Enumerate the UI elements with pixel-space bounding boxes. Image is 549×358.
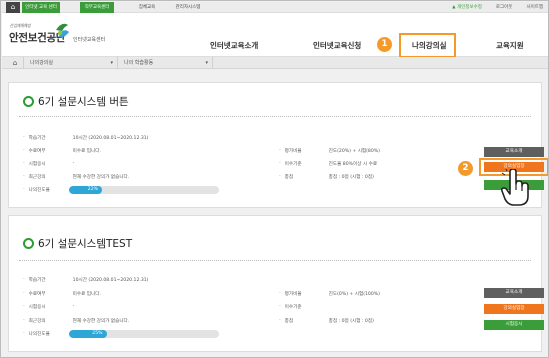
take-exam-button[interactable]: 시험응시 (484, 320, 544, 330)
field-row: - 학습기간 10시간 (2020.08.01~2020.12.31) (23, 277, 149, 283)
progress-fill: 22% (69, 186, 102, 194)
top-utility-bar: ⌂ 인터넷 교육 센터 직무교육센터 집체교육 관리자시스템 ▲ 개인정보수정 … (2, 2, 548, 13)
field-row: - 학습기간 10시간 (2020.08.01~2020.12.31) (23, 135, 149, 141)
field-row: - 나의진도율 (23, 331, 50, 337)
breadcrumb-level-2[interactable]: 나의 학습활동 ▾ (117, 57, 213, 69)
nav-my-classroom[interactable]: 나의강의실 (412, 40, 447, 51)
course-card: 6기 설문시스템TEST - 학습기간 10시간 (2020.08.01~2020.… (8, 215, 544, 352)
field-row: - 최근강의 현재 수강한 강의가 없습니다. (23, 318, 130, 324)
course-ring-icon (23, 238, 34, 249)
logout-link[interactable]: 로그아웃 (496, 2, 513, 13)
logo-tagline: 산업재해예방 (10, 23, 31, 28)
tab-job-training[interactable]: 직무교육센터 (80, 2, 114, 13)
course-intro-button[interactable]: 교육소개 (484, 288, 544, 298)
progress-bar: 25% (69, 330, 219, 338)
progress-bar: 22% (69, 186, 219, 194)
breadcrumb: ⌂ 나의강의실 ▾ 나의 학습활동 ▾ (2, 57, 548, 69)
course-title: 6기 설문시스템TEST (23, 236, 132, 251)
divider (19, 116, 531, 117)
tab-internet-education[interactable]: 인터넷 교육 센터 (22, 2, 60, 13)
field-row: - 시험응시 - (23, 161, 75, 167)
field-row: - 수료여부 미수료 입니다. (23, 148, 101, 154)
breadcrumb-level-2-label: 나의 학습활동 (124, 60, 154, 66)
chevron-down-icon: ▾ (110, 60, 113, 66)
course-intro-button[interactable]: 교육소개 (484, 147, 544, 157)
field-row: - 이수기준 (279, 304, 302, 310)
course-title-text[interactable]: 6기 설문시스템 버튼 (38, 94, 129, 109)
tab-group-training[interactable]: 집체교육 (132, 2, 162, 13)
enter-classroom-button[interactable]: 강의실입장 (484, 304, 544, 314)
field-row: - 평가비율 진도(0%) + 시험(100%) (279, 291, 380, 297)
nav-apply[interactable]: 인터넷교육신청 (313, 40, 361, 51)
screenshot-frame: ⌂ 인터넷 교육 센터 직무교육센터 집체교육 관리자시스템 ▲ 개인정보수정 … (0, 0, 549, 358)
logo-subtitle: 인터넷교육센터 (73, 37, 106, 43)
field-row: - 이수기준 진도율 80%이상 시 수료 (279, 161, 378, 167)
utility-links: ▲ 개인정보수정 로그아웃 사이트맵 (452, 2, 543, 13)
callout-badge-2: 2 (458, 161, 473, 176)
progress-fill: 25% (69, 330, 107, 338)
home-icon[interactable]: ⌂ (6, 2, 20, 13)
divider (19, 260, 531, 261)
edit-profile-link[interactable]: ▲ 개인정보수정 (452, 2, 482, 13)
course-title-text[interactable]: 6기 설문시스템TEST (38, 236, 132, 251)
logo-icon (56, 23, 69, 38)
field-row: - 평가비율 진도(20%) + 시험(80%) (279, 148, 380, 154)
course-ring-icon (23, 96, 34, 107)
chevron-down-icon: ▾ (205, 60, 208, 66)
callout-badge-1: 1 (377, 37, 392, 52)
breadcrumb-home-icon[interactable]: ⌂ (8, 57, 22, 69)
field-row: - 나의진도율 (23, 187, 50, 193)
nav-intro[interactable]: 인터넷교육소개 (210, 40, 258, 51)
tab-admin-system[interactable]: 관리자시스템 (170, 2, 206, 13)
site-header: 산업재해예방 안전보건공단 인터넷교육센터 인터넷교육소개 인터넷교육신청 나의… (2, 13, 548, 58)
field-row: - 최근강의 현재 수강한 강의가 없습니다. (23, 174, 130, 180)
breadcrumb-level-1[interactable]: 나의강의실 ▾ (23, 57, 117, 69)
course-card: 6기 설문시스템 버튼 - 학습기간 10시간 (2020.08.01~2020.1… (8, 82, 548, 208)
field-row: - 수료여부 미수료 입니다. (23, 291, 101, 297)
field-row: - 시험응시 - (23, 304, 75, 310)
course-title: 6기 설문시스템 버튼 (23, 94, 129, 109)
breadcrumb-level-1-label: 나의강의실 (30, 60, 54, 66)
field-row: - 총점 총점 : 0점 (시험 : 0점) (279, 174, 374, 180)
sitemap-link[interactable]: 사이트맵 (526, 2, 543, 13)
hand-pointer-icon (501, 169, 529, 206)
field-row: - 총점 총점 : 0점 (시험 : 0점) (279, 318, 374, 324)
nav-support[interactable]: 교육지원 (496, 40, 524, 51)
